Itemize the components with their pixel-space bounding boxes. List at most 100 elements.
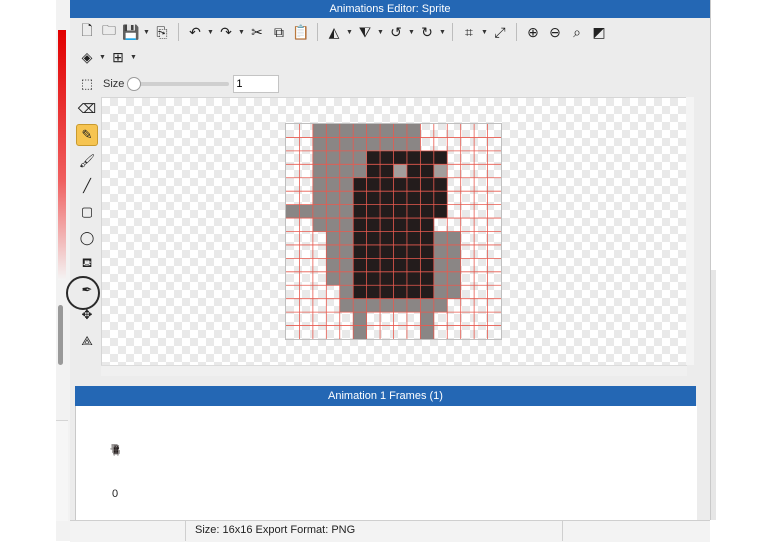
brush-tool[interactable]: 🖌 bbox=[76, 150, 98, 172]
layers-icon: ◈ bbox=[81, 48, 93, 65]
redo-button[interactable]: ↷ bbox=[215, 21, 237, 43]
zoom-fit-button[interactable]: ⌕ bbox=[566, 21, 588, 43]
flip-vertical-button[interactable]: ⧨ bbox=[354, 21, 376, 43]
frame-thumbnail[interactable] bbox=[110, 444, 122, 456]
thumbnail-pixel bbox=[117, 449, 119, 451]
tools-palette: ⌫ ✎ 🖌 ╱ ▢ ◯ ⛾ ✒ ✥ ⟁ bbox=[76, 98, 100, 356]
layers-button[interactable]: ◈ bbox=[76, 46, 98, 68]
status-bar bbox=[70, 520, 710, 542]
sprite-pixel bbox=[420, 312, 435, 326]
sprite-pixel bbox=[366, 218, 381, 232]
sprite-pixel bbox=[447, 231, 461, 246]
chevron-down-icon[interactable]: ▼ bbox=[480, 21, 489, 43]
canvas-vertical-scrollbar[interactable] bbox=[686, 97, 694, 365]
paint-bucket-icon: ⛾ bbox=[81, 254, 93, 270]
chevron-down-icon[interactable]: ▼ bbox=[237, 21, 246, 43]
thumbnail-pixel bbox=[113, 447, 115, 448]
thumbnail-pixel bbox=[111, 446, 113, 448]
sprite-pixel bbox=[353, 177, 367, 192]
thumbnail-pixel bbox=[118, 445, 120, 447]
sprite-pixel bbox=[353, 137, 367, 152]
thumbnail-pixel bbox=[115, 453, 117, 454]
sprite-pixel bbox=[353, 218, 367, 232]
thumbnail-pixel bbox=[112, 452, 114, 454]
new-file-button[interactable]: 🗋 bbox=[76, 21, 98, 43]
open-folder-button[interactable]: 🗀 bbox=[98, 21, 120, 43]
thumbnail-pixel bbox=[113, 449, 114, 451]
sprite-pixel bbox=[420, 298, 435, 313]
main-toolbar: 🗋 🗀 💾 ▼ ⎘ ↶ ▼ ↷ ▼ ✂ ⧉ 📋 ◭ ▼ ⧨ ▼ ↺ ▼ ↻ ▼ ⌗ ▼ ⤢ ⊕ ⊖ ⌕ ◩ bbox=[76, 20, 610, 44]
chevron-down-icon[interactable]: ▼ bbox=[129, 46, 138, 68]
chevron-down-icon[interactable]: ▼ bbox=[142, 21, 151, 43]
sprite-pixel bbox=[393, 271, 408, 286]
sprite-pixel bbox=[353, 191, 367, 205]
chevron-down-icon[interactable]: ▼ bbox=[438, 21, 447, 43]
sprite-pixel bbox=[339, 271, 354, 286]
grid-button[interactable]: ⊞ bbox=[107, 46, 129, 68]
flip-horizontal-button[interactable]: ◭ bbox=[323, 21, 345, 43]
eraser-tool[interactable]: ⌫ bbox=[76, 98, 98, 120]
export-button[interactable]: ⎘ bbox=[151, 21, 173, 43]
thumbnail-pixel bbox=[116, 448, 117, 450]
thumbnail-pixel bbox=[112, 449, 114, 451]
sprite-pixel bbox=[339, 298, 354, 313]
chevron-down-icon[interactable]: ▼ bbox=[206, 21, 215, 43]
paste-button[interactable]: 📋 bbox=[290, 21, 312, 43]
layer-toolbar: ◈ ▼ ⊞ ▼ bbox=[76, 45, 138, 69]
chevron-down-icon[interactable]: ▼ bbox=[376, 21, 385, 43]
sprite-pixel bbox=[380, 285, 394, 299]
sprite-pixel bbox=[420, 285, 435, 299]
crop-button[interactable]: ⌗ bbox=[458, 21, 480, 43]
nodes-tool[interactable]: ⟁ bbox=[76, 330, 98, 352]
selection-marquee-icon[interactable]: ⬚ bbox=[76, 73, 98, 95]
cut-button[interactable]: ✂ bbox=[246, 21, 268, 43]
thumbnail-pixel bbox=[114, 451, 116, 453]
thumbnail-pixel bbox=[113, 450, 114, 452]
background-panel-edge bbox=[56, 420, 68, 521]
sprite-pixel bbox=[393, 177, 408, 192]
toggle-background-button[interactable]: ◩ bbox=[588, 21, 610, 43]
line-tool[interactable]: ╱ bbox=[76, 175, 98, 197]
thumbnail-pixel bbox=[112, 450, 114, 451]
rotate-left-button[interactable]: ↺ bbox=[385, 21, 407, 43]
thumbnail-pixel bbox=[113, 444, 114, 446]
sprite-pixel-grid[interactable] bbox=[285, 123, 502, 340]
background-scroll-thumb[interactable] bbox=[58, 305, 63, 365]
sprite-pixel bbox=[406, 150, 421, 165]
copy-button[interactable]: ⧉ bbox=[268, 21, 290, 43]
sprite-pixel bbox=[433, 271, 448, 286]
resize-button[interactable]: ⤢ bbox=[489, 21, 511, 43]
rotate-right-button[interactable]: ↻ bbox=[416, 21, 438, 43]
pencil-tool[interactable]: ✎ bbox=[76, 123, 98, 146]
undo-button[interactable]: ↶ bbox=[184, 21, 206, 43]
save-button[interactable]: 💾 bbox=[120, 21, 142, 43]
thumbnail-pixel bbox=[114, 452, 116, 454]
sprite-pixel bbox=[433, 191, 448, 205]
rectangle-tool[interactable]: ▢ bbox=[76, 201, 98, 223]
canvas-horizontal-scrollbar[interactable] bbox=[101, 365, 687, 376]
rotate-right-icon: ↻ bbox=[421, 23, 433, 40]
zoom-out-button[interactable]: ⊖ bbox=[544, 21, 566, 43]
thumbnail-pixel bbox=[114, 449, 116, 451]
sprite-pixel bbox=[433, 204, 448, 219]
sprite-pixel bbox=[312, 164, 327, 179]
chevron-down-icon[interactable]: ▼ bbox=[345, 21, 354, 43]
brush-size-slider[interactable] bbox=[127, 77, 230, 91]
fill-tool[interactable]: ⛾ bbox=[76, 253, 98, 275]
sprite-pixel bbox=[420, 325, 435, 339]
thumbnail-pixel bbox=[117, 448, 119, 450]
sprite-pixel bbox=[326, 204, 341, 219]
brush-size-input[interactable] bbox=[233, 75, 280, 93]
sprite-pixel bbox=[406, 271, 421, 286]
chevron-down-icon[interactable]: ▼ bbox=[98, 46, 107, 68]
zoom-fit-icon: ⌕ bbox=[573, 23, 581, 40]
thumbnail-pixel bbox=[116, 444, 118, 446]
zoom-in-button[interactable]: ⊕ bbox=[522, 21, 544, 43]
sprite-pixel bbox=[366, 124, 381, 138]
chevron-down-icon[interactable]: ▼ bbox=[407, 21, 416, 43]
sprite-pixel bbox=[420, 218, 435, 232]
sprite-pixel bbox=[326, 258, 341, 273]
brush-size-slider-thumb[interactable] bbox=[127, 77, 142, 91]
undo-icon: ↶ bbox=[189, 23, 201, 40]
ellipse-tool[interactable]: ◯ bbox=[76, 227, 98, 249]
